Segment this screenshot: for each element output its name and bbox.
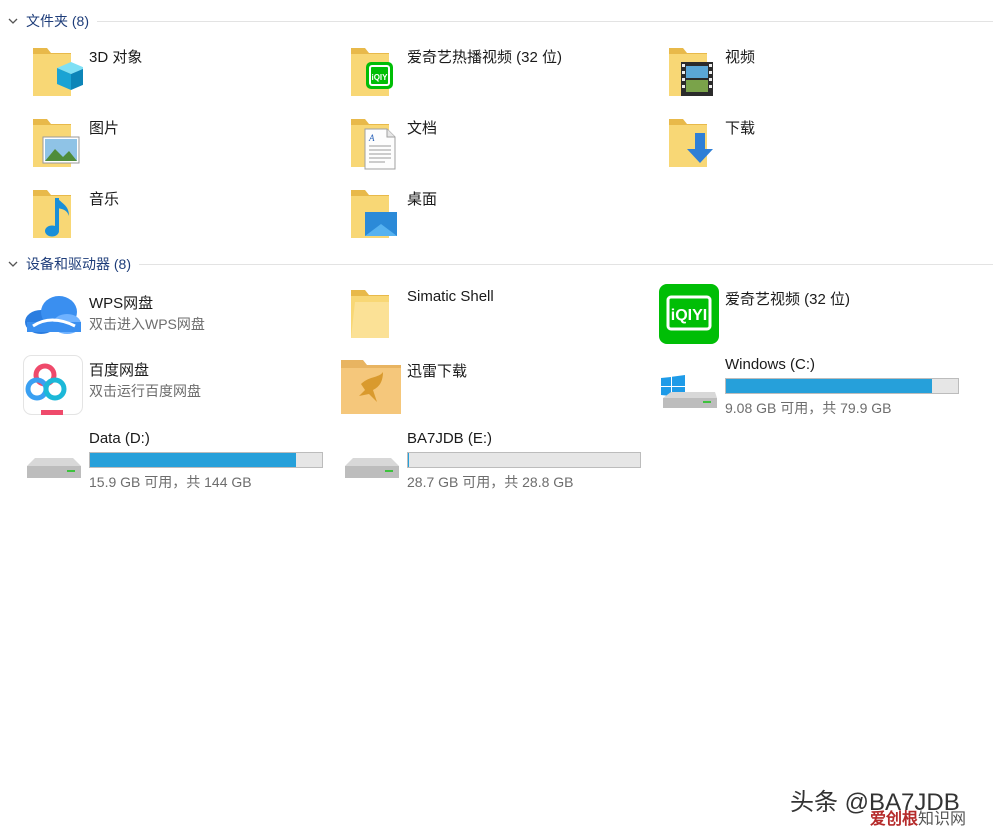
folder-label: 下载 bbox=[725, 120, 756, 137]
group-divider bbox=[97, 20, 993, 22]
device-description: 双击进入WPS网盘 bbox=[89, 316, 205, 332]
watermark-site-part2: 知识网 bbox=[918, 811, 967, 828]
device-label: 百度网盘 bbox=[89, 362, 150, 379]
usage-bar bbox=[407, 452, 641, 468]
drive-icon bbox=[27, 458, 81, 478]
usage-bar-fill bbox=[90, 453, 297, 467]
xunlei-folder-icon bbox=[341, 360, 401, 414]
pictures-folder-icon bbox=[33, 119, 80, 167]
iqiyi-folder-icon: iQIY bbox=[351, 48, 393, 96]
folder-label: 桌面 bbox=[407, 191, 438, 208]
folder-label: 文档 bbox=[407, 120, 438, 137]
folder-label: 音乐 bbox=[89, 191, 120, 208]
drive-d[interactable]: Data (D:) 15.9 GB 可用，共 144 GB bbox=[23, 430, 323, 492]
usage-bar-fill bbox=[408, 453, 409, 467]
folders-group-title: 文件夹 (8) bbox=[26, 13, 89, 29]
devices-group-header[interactable]: 设备和驱动器 (8) bbox=[6, 253, 993, 275]
iqiyi-app-icon: iQIYI bbox=[659, 284, 719, 344]
folder-3d-objects[interactable]: 3D 对象 bbox=[23, 42, 323, 104]
drive-c[interactable]: Windows (C:) 9.08 GB 可用，共 79.9 GB bbox=[659, 356, 959, 418]
drive-capacity: 9.08 GB 可用，共 79.9 GB bbox=[725, 400, 892, 416]
folder-iqiyi-hot-videos[interactable]: iQIY 爱奇艺热播视频 (32 位) bbox=[341, 42, 641, 104]
folder-documents[interactable]: A 文档 bbox=[341, 113, 641, 175]
folder-label: 3D 对象 bbox=[89, 49, 143, 66]
folder-pictures[interactable]: 图片 bbox=[23, 113, 323, 175]
folder-videos[interactable]: 视频 bbox=[659, 42, 959, 104]
drive-capacity: 28.7 GB 可用，共 28.8 GB bbox=[407, 474, 574, 490]
group-divider bbox=[139, 263, 993, 265]
documents-folder-icon: A bbox=[351, 119, 396, 170]
desktop-folder-icon bbox=[351, 190, 397, 238]
drive-e[interactable]: BA7JDB (E:) 28.7 GB 可用，共 28.8 GB bbox=[341, 430, 641, 492]
windows-drive-icon bbox=[661, 375, 717, 408]
device-label: 爱奇艺视频 (32 位) bbox=[725, 291, 851, 308]
folder-label: 视频 bbox=[725, 49, 756, 66]
svg-text:iQIY: iQIY bbox=[371, 73, 388, 82]
drive-label: Data (D:) bbox=[89, 430, 150, 447]
devices-group-title: 设备和驱动器 (8) bbox=[26, 256, 131, 272]
device-description: 双击运行百度网盘 bbox=[89, 383, 201, 399]
drive-capacity: 15.9 GB 可用，共 144 GB bbox=[89, 474, 252, 490]
videos-folder-icon bbox=[669, 48, 713, 96]
chevron-down-icon[interactable] bbox=[6, 14, 20, 28]
simatic-shell[interactable]: Simatic Shell bbox=[341, 284, 641, 346]
folders-group-header[interactable]: 文件夹 (8) bbox=[6, 10, 993, 32]
folder-icon bbox=[351, 290, 389, 338]
wps-cloud-icon bbox=[25, 296, 81, 334]
folder-label: 爱奇艺热播视频 (32 位) bbox=[407, 49, 563, 66]
music-folder-icon bbox=[33, 190, 71, 238]
watermark-site-part1: 爱创根 bbox=[870, 811, 919, 828]
svg-text:iQIYI: iQIYI bbox=[671, 307, 707, 324]
device-label: WPS网盘 bbox=[89, 295, 154, 312]
downloads-folder-icon bbox=[669, 119, 713, 167]
device-label: Simatic Shell bbox=[407, 288, 494, 305]
baidu-netdisk-icon bbox=[23, 355, 83, 415]
drive-label: Windows (C:) bbox=[725, 356, 816, 373]
folder-downloads[interactable]: 下载 bbox=[659, 113, 959, 175]
usage-bar bbox=[725, 378, 959, 394]
folder-desktop[interactable]: 桌面 bbox=[341, 184, 641, 246]
3d-objects-folder-icon bbox=[33, 48, 83, 96]
device-label: 迅雷下载 bbox=[407, 363, 468, 380]
watermark-site: 爱创根知识网 bbox=[870, 805, 966, 829]
iqiyi-video-app[interactable]: iQIYI 爱奇艺视频 (32 位) bbox=[659, 284, 959, 346]
drive-icon bbox=[345, 458, 399, 478]
baidu-netdisk[interactable]: 百度网盘 双击运行百度网盘 bbox=[23, 355, 323, 417]
wps-cloud-drive[interactable]: WPS网盘 双击进入WPS网盘 bbox=[23, 288, 323, 350]
chevron-down-icon[interactable] bbox=[6, 257, 20, 271]
xunlei-downloads[interactable]: 迅雷下载 bbox=[341, 356, 641, 418]
usage-bar bbox=[89, 452, 323, 468]
folder-music[interactable]: 音乐 bbox=[23, 184, 323, 246]
folder-label: 图片 bbox=[89, 120, 120, 137]
svg-text:A: A bbox=[368, 133, 375, 143]
usage-bar-fill bbox=[726, 379, 932, 393]
drive-label: BA7JDB (E:) bbox=[407, 430, 493, 447]
